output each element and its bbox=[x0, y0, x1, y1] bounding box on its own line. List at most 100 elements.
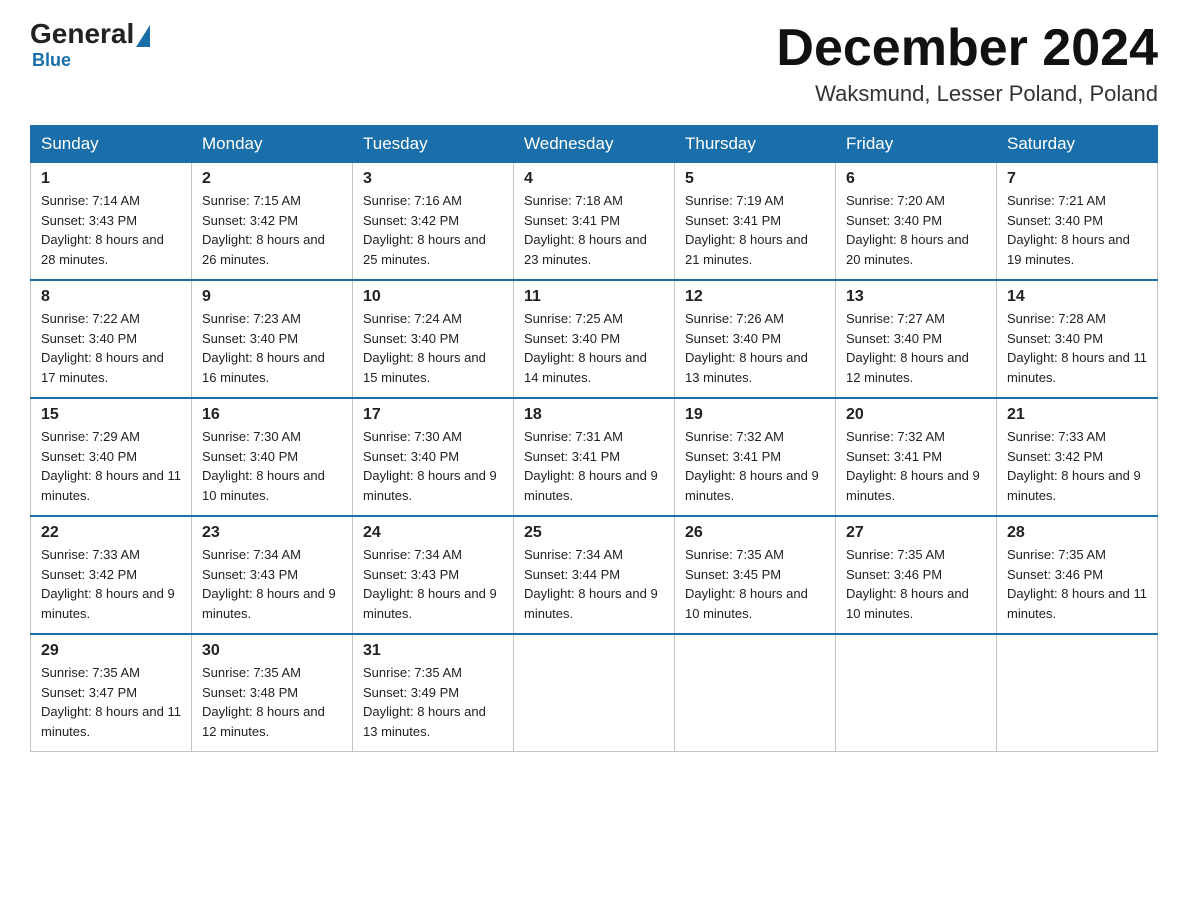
day-info: Sunrise: 7:32 AMSunset: 3:41 PMDaylight:… bbox=[846, 427, 986, 505]
table-row: 5 Sunrise: 7:19 AMSunset: 3:41 PMDayligh… bbox=[675, 163, 836, 281]
day-number: 2 bbox=[202, 170, 342, 188]
day-info: Sunrise: 7:23 AMSunset: 3:40 PMDaylight:… bbox=[202, 309, 342, 387]
day-number: 12 bbox=[685, 288, 825, 306]
day-info: Sunrise: 7:26 AMSunset: 3:40 PMDaylight:… bbox=[685, 309, 825, 387]
table-row: 16 Sunrise: 7:30 AMSunset: 3:40 PMDaylig… bbox=[192, 398, 353, 516]
day-info: Sunrise: 7:24 AMSunset: 3:40 PMDaylight:… bbox=[363, 309, 503, 387]
location-subtitle: Waksmund, Lesser Poland, Poland bbox=[776, 81, 1158, 107]
day-number: 13 bbox=[846, 288, 986, 306]
table-row: 11 Sunrise: 7:25 AMSunset: 3:40 PMDaylig… bbox=[514, 280, 675, 398]
table-row: 20 Sunrise: 7:32 AMSunset: 3:41 PMDaylig… bbox=[836, 398, 997, 516]
day-info: Sunrise: 7:35 AMSunset: 3:48 PMDaylight:… bbox=[202, 663, 342, 741]
table-row: 2 Sunrise: 7:15 AMSunset: 3:42 PMDayligh… bbox=[192, 163, 353, 281]
day-info: Sunrise: 7:35 AMSunset: 3:46 PMDaylight:… bbox=[846, 545, 986, 623]
day-info: Sunrise: 7:18 AMSunset: 3:41 PMDaylight:… bbox=[524, 191, 664, 269]
day-number: 26 bbox=[685, 524, 825, 542]
table-row: 26 Sunrise: 7:35 AMSunset: 3:45 PMDaylig… bbox=[675, 516, 836, 634]
day-number: 23 bbox=[202, 524, 342, 542]
table-row: 25 Sunrise: 7:34 AMSunset: 3:44 PMDaylig… bbox=[514, 516, 675, 634]
table-row: 1 Sunrise: 7:14 AMSunset: 3:43 PMDayligh… bbox=[31, 163, 192, 281]
day-info: Sunrise: 7:31 AMSunset: 3:41 PMDaylight:… bbox=[524, 427, 664, 505]
day-info: Sunrise: 7:34 AMSunset: 3:44 PMDaylight:… bbox=[524, 545, 664, 623]
col-tuesday: Tuesday bbox=[353, 126, 514, 163]
table-row: 22 Sunrise: 7:33 AMSunset: 3:42 PMDaylig… bbox=[31, 516, 192, 634]
table-row: 9 Sunrise: 7:23 AMSunset: 3:40 PMDayligh… bbox=[192, 280, 353, 398]
table-row: 12 Sunrise: 7:26 AMSunset: 3:40 PMDaylig… bbox=[675, 280, 836, 398]
table-row: 17 Sunrise: 7:30 AMSunset: 3:40 PMDaylig… bbox=[353, 398, 514, 516]
day-number: 18 bbox=[524, 406, 664, 424]
logo-general-text: General bbox=[30, 20, 134, 48]
header-row: Sunday Monday Tuesday Wednesday Thursday… bbox=[31, 126, 1158, 163]
day-number: 3 bbox=[363, 170, 503, 188]
day-info: Sunrise: 7:28 AMSunset: 3:40 PMDaylight:… bbox=[1007, 309, 1147, 387]
table-row: 3 Sunrise: 7:16 AMSunset: 3:42 PMDayligh… bbox=[353, 163, 514, 281]
day-number: 29 bbox=[41, 642, 181, 660]
logo-triangle-icon bbox=[136, 25, 150, 47]
day-info: Sunrise: 7:33 AMSunset: 3:42 PMDaylight:… bbox=[41, 545, 181, 623]
table-row: 27 Sunrise: 7:35 AMSunset: 3:46 PMDaylig… bbox=[836, 516, 997, 634]
table-row: 13 Sunrise: 7:27 AMSunset: 3:40 PMDaylig… bbox=[836, 280, 997, 398]
day-info: Sunrise: 7:21 AMSunset: 3:40 PMDaylight:… bbox=[1007, 191, 1147, 269]
calendar-header: Sunday Monday Tuesday Wednesday Thursday… bbox=[31, 126, 1158, 163]
col-monday: Monday bbox=[192, 126, 353, 163]
day-info: Sunrise: 7:16 AMSunset: 3:42 PMDaylight:… bbox=[363, 191, 503, 269]
table-row: 31 Sunrise: 7:35 AMSunset: 3:49 PMDaylig… bbox=[353, 634, 514, 752]
day-info: Sunrise: 7:20 AMSunset: 3:40 PMDaylight:… bbox=[846, 191, 986, 269]
day-number: 9 bbox=[202, 288, 342, 306]
table-row: 21 Sunrise: 7:33 AMSunset: 3:42 PMDaylig… bbox=[997, 398, 1158, 516]
table-row: 29 Sunrise: 7:35 AMSunset: 3:47 PMDaylig… bbox=[31, 634, 192, 752]
day-number: 7 bbox=[1007, 170, 1147, 188]
day-number: 16 bbox=[202, 406, 342, 424]
table-row: 14 Sunrise: 7:28 AMSunset: 3:40 PMDaylig… bbox=[997, 280, 1158, 398]
day-number: 17 bbox=[363, 406, 503, 424]
col-sunday: Sunday bbox=[31, 126, 192, 163]
day-number: 28 bbox=[1007, 524, 1147, 542]
day-number: 4 bbox=[524, 170, 664, 188]
calendar-week-1: 1 Sunrise: 7:14 AMSunset: 3:43 PMDayligh… bbox=[31, 163, 1158, 281]
day-info: Sunrise: 7:35 AMSunset: 3:45 PMDaylight:… bbox=[685, 545, 825, 623]
calendar-week-5: 29 Sunrise: 7:35 AMSunset: 3:47 PMDaylig… bbox=[31, 634, 1158, 752]
day-number: 15 bbox=[41, 406, 181, 424]
day-info: Sunrise: 7:35 AMSunset: 3:46 PMDaylight:… bbox=[1007, 545, 1147, 623]
table-row: 24 Sunrise: 7:34 AMSunset: 3:43 PMDaylig… bbox=[353, 516, 514, 634]
table-row: 18 Sunrise: 7:31 AMSunset: 3:41 PMDaylig… bbox=[514, 398, 675, 516]
table-row bbox=[997, 634, 1158, 752]
table-row: 28 Sunrise: 7:35 AMSunset: 3:46 PMDaylig… bbox=[997, 516, 1158, 634]
table-row: 23 Sunrise: 7:34 AMSunset: 3:43 PMDaylig… bbox=[192, 516, 353, 634]
calendar-week-4: 22 Sunrise: 7:33 AMSunset: 3:42 PMDaylig… bbox=[31, 516, 1158, 634]
calendar-week-3: 15 Sunrise: 7:29 AMSunset: 3:40 PMDaylig… bbox=[31, 398, 1158, 516]
day-number: 1 bbox=[41, 170, 181, 188]
day-number: 30 bbox=[202, 642, 342, 660]
table-row: 6 Sunrise: 7:20 AMSunset: 3:40 PMDayligh… bbox=[836, 163, 997, 281]
day-info: Sunrise: 7:30 AMSunset: 3:40 PMDaylight:… bbox=[363, 427, 503, 505]
day-info: Sunrise: 7:35 AMSunset: 3:49 PMDaylight:… bbox=[363, 663, 503, 741]
page-header: General Blue December 2024 Waksmund, Les… bbox=[30, 20, 1158, 107]
day-number: 31 bbox=[363, 642, 503, 660]
day-number: 20 bbox=[846, 406, 986, 424]
table-row: 8 Sunrise: 7:22 AMSunset: 3:40 PMDayligh… bbox=[31, 280, 192, 398]
day-info: Sunrise: 7:14 AMSunset: 3:43 PMDaylight:… bbox=[41, 191, 181, 269]
day-number: 27 bbox=[846, 524, 986, 542]
day-number: 6 bbox=[846, 170, 986, 188]
day-info: Sunrise: 7:35 AMSunset: 3:47 PMDaylight:… bbox=[41, 663, 181, 741]
table-row bbox=[836, 634, 997, 752]
day-number: 22 bbox=[41, 524, 181, 542]
day-number: 19 bbox=[685, 406, 825, 424]
calendar-body: 1 Sunrise: 7:14 AMSunset: 3:43 PMDayligh… bbox=[31, 163, 1158, 752]
day-info: Sunrise: 7:33 AMSunset: 3:42 PMDaylight:… bbox=[1007, 427, 1147, 505]
table-row: 15 Sunrise: 7:29 AMSunset: 3:40 PMDaylig… bbox=[31, 398, 192, 516]
table-row: 4 Sunrise: 7:18 AMSunset: 3:41 PMDayligh… bbox=[514, 163, 675, 281]
day-info: Sunrise: 7:27 AMSunset: 3:40 PMDaylight:… bbox=[846, 309, 986, 387]
day-number: 8 bbox=[41, 288, 181, 306]
day-info: Sunrise: 7:34 AMSunset: 3:43 PMDaylight:… bbox=[363, 545, 503, 623]
day-number: 21 bbox=[1007, 406, 1147, 424]
day-info: Sunrise: 7:22 AMSunset: 3:40 PMDaylight:… bbox=[41, 309, 181, 387]
day-number: 5 bbox=[685, 170, 825, 188]
table-row: 7 Sunrise: 7:21 AMSunset: 3:40 PMDayligh… bbox=[997, 163, 1158, 281]
col-saturday: Saturday bbox=[997, 126, 1158, 163]
day-info: Sunrise: 7:25 AMSunset: 3:40 PMDaylight:… bbox=[524, 309, 664, 387]
col-wednesday: Wednesday bbox=[514, 126, 675, 163]
col-friday: Friday bbox=[836, 126, 997, 163]
col-thursday: Thursday bbox=[675, 126, 836, 163]
title-block: December 2024 Waksmund, Lesser Poland, P… bbox=[776, 20, 1158, 107]
